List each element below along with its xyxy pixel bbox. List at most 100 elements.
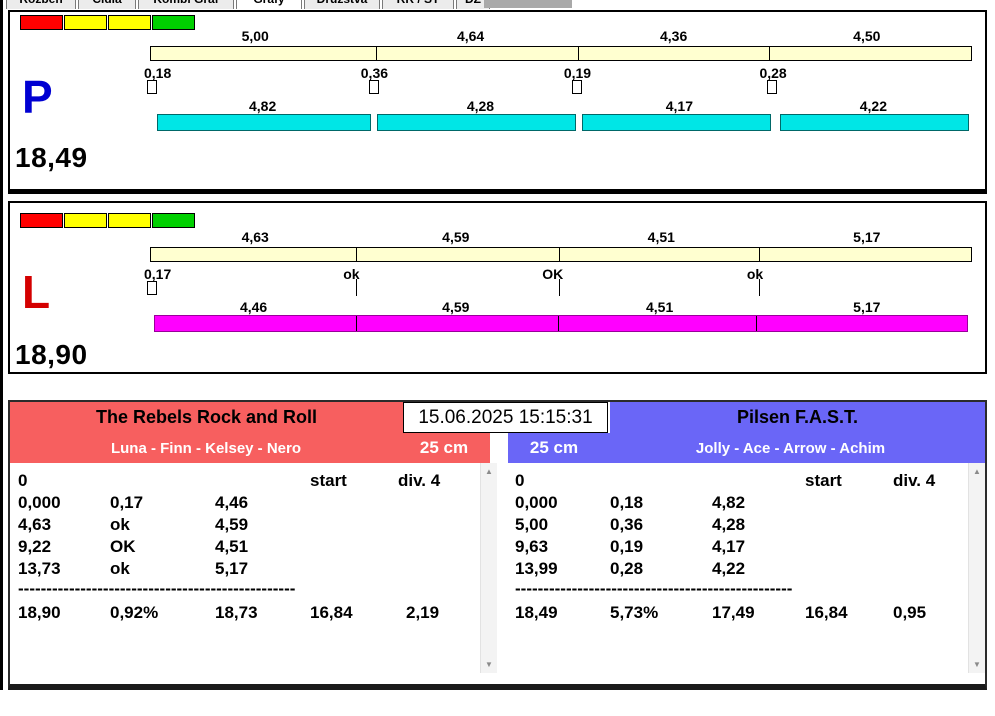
date-time-display: 15.06.2025 15:15:31 xyxy=(403,402,608,433)
cell: 4,59 xyxy=(215,515,249,534)
bar-divider xyxy=(755,316,757,331)
cell: OK xyxy=(110,537,136,556)
l-split-1: 4,63 xyxy=(241,229,269,245)
cell-division: div. 4 xyxy=(893,471,936,490)
p-cross-3: 0,19 xyxy=(563,65,592,81)
cell: 4,22 xyxy=(712,559,746,578)
p-dog-time-4: 4,22 xyxy=(859,98,887,114)
cell-total: 5,73% xyxy=(610,603,659,622)
cell: 5,00 xyxy=(515,515,549,534)
team-right-dogs: Jolly - Ace - Arrow - Achim xyxy=(695,439,886,457)
p-cross-marker-1 xyxy=(147,80,157,94)
tab-cidla[interactable]: Cidla xyxy=(78,0,136,9)
axis-divider xyxy=(375,47,377,60)
left-results-table: 0 start div. 4 0,000 0,17 4,46 4,63 ok 4… xyxy=(10,463,497,673)
top-scrollbar-thumb[interactable] xyxy=(484,0,572,8)
team-right-name: Pilsen F.A.S.T. xyxy=(610,402,985,433)
cell-total: 16,84 xyxy=(310,603,353,622)
team-left-dogs: Luna - Finn - Kelsey - Nero xyxy=(110,439,302,457)
traffic-light-red xyxy=(20,213,63,228)
cell: 0,19 xyxy=(610,537,644,556)
l-cross-tick-3 xyxy=(559,279,561,296)
p-dog-time-3: 4,17 xyxy=(665,98,693,114)
tab-kombi-graf[interactable]: Kombi Graf xyxy=(138,0,234,9)
cell: 4,28 xyxy=(712,515,746,534)
cell: 9,63 xyxy=(515,537,549,556)
p-split-3: 4,36 xyxy=(659,28,688,44)
team-right-subheader: 25 cm Jolly - Ace - Arrow - Achim xyxy=(508,433,985,463)
cell: ok xyxy=(110,559,130,578)
cell-start-label: start xyxy=(310,471,347,490)
l-cross-tick-4 xyxy=(759,279,761,296)
tab-rozbeh[interactable]: Rozbeh xyxy=(6,0,76,9)
cell-total: 18,49 xyxy=(515,603,558,622)
traffic-light-yellow2 xyxy=(108,15,151,30)
cell: 0,17 xyxy=(110,493,144,512)
lane-l-letter: L xyxy=(22,266,51,318)
tab-druzstva[interactable]: Družstva xyxy=(304,0,380,9)
scroll-up-icon[interactable]: ▲ xyxy=(969,463,985,480)
cell-total: 2,19 xyxy=(406,603,440,622)
cell: 4,17 xyxy=(712,537,746,556)
cell-division: div. 4 xyxy=(398,471,441,490)
axis-divider xyxy=(356,248,357,261)
p-cross-marker-4 xyxy=(767,80,778,94)
p-split-axis-bar xyxy=(150,46,972,61)
p-cross-marker-3 xyxy=(572,80,583,94)
l-split-4: 5,17 xyxy=(853,229,881,245)
separator-line: ----------------------------------------… xyxy=(18,579,296,597)
l-dog-time-2: 4,59 xyxy=(442,299,470,315)
lane-p-total: 18,49 xyxy=(15,142,88,173)
l-cross-marker-1 xyxy=(147,281,157,295)
window-left-border xyxy=(0,0,3,690)
cell-start-val: 0 xyxy=(18,471,28,490)
tab-grafy[interactable]: Grafy xyxy=(236,0,302,9)
team-left-name: The Rebels Rock and Roll xyxy=(10,402,403,433)
traffic-light-yellow1 xyxy=(64,213,107,228)
cell-total: 0,92% xyxy=(110,603,159,622)
cell-total: 18,73 xyxy=(215,603,258,622)
cell: 0,000 xyxy=(515,493,558,512)
cell: 0,000 xyxy=(18,493,61,512)
team-left-height-class: 25 cm xyxy=(419,438,469,457)
axis-divider xyxy=(769,47,771,60)
lane-l-panel: L 18,90 4,63 4,59 4,51 5,17 0,17 ok OK o… xyxy=(8,201,987,374)
l-cross-tick-2 xyxy=(355,279,357,296)
lane-l-total: 18,90 xyxy=(15,339,88,370)
team-left-subheader: Luna - Finn - Kelsey - Nero 25 cm xyxy=(10,433,490,463)
cell: 13,99 xyxy=(515,559,558,578)
p-time-bar-2 xyxy=(376,114,576,131)
l-split-3: 4,51 xyxy=(647,229,675,245)
cell: 13,73 xyxy=(18,559,61,578)
cell: 4,46 xyxy=(215,493,249,512)
right-table-scrollbar[interactable]: ▲ ▼ xyxy=(968,463,985,673)
traffic-light-yellow2 xyxy=(108,213,151,228)
scroll-down-icon[interactable]: ▼ xyxy=(969,656,985,673)
p-cross-4: 0,28 xyxy=(759,65,787,81)
left-table-scrollbar[interactable]: ▲ ▼ xyxy=(480,463,497,673)
separator-line: ----------------------------------------… xyxy=(515,579,793,597)
cell: 4,63 xyxy=(18,515,52,534)
p-split-2: 4,64 xyxy=(456,28,485,44)
l-split-2: 4,59 xyxy=(442,229,470,245)
cell-total: 16,84 xyxy=(805,603,848,622)
p-cross-1: 0,18 xyxy=(144,65,172,81)
tab-rr-st[interactable]: RR / ST xyxy=(382,0,454,9)
l-split-axis-bar xyxy=(150,247,972,262)
p-cross-marker-2 xyxy=(369,80,380,94)
axis-divider xyxy=(758,248,760,261)
cell: 0,18 xyxy=(610,493,644,512)
scroll-down-icon[interactable]: ▼ xyxy=(481,656,497,673)
cell-total: 17,49 xyxy=(712,603,755,622)
scroll-up-icon[interactable]: ▲ xyxy=(481,463,497,480)
scoreboard: The Rebels Rock and Roll 15.06.2025 15:1… xyxy=(8,400,987,690)
cell: 4,82 xyxy=(712,493,746,512)
lane-p-letter: P xyxy=(22,71,53,123)
bar-divider xyxy=(557,316,559,331)
cell-total: 18,90 xyxy=(18,603,61,622)
app-window: Rozbeh Cidla Kombi Graf Grafy Družstva R… xyxy=(0,0,995,716)
cell-start-label: start xyxy=(805,471,842,490)
bar-divider xyxy=(355,316,357,331)
p-time-bar-4 xyxy=(779,114,969,131)
p-cross-2: 0,36 xyxy=(360,65,389,81)
